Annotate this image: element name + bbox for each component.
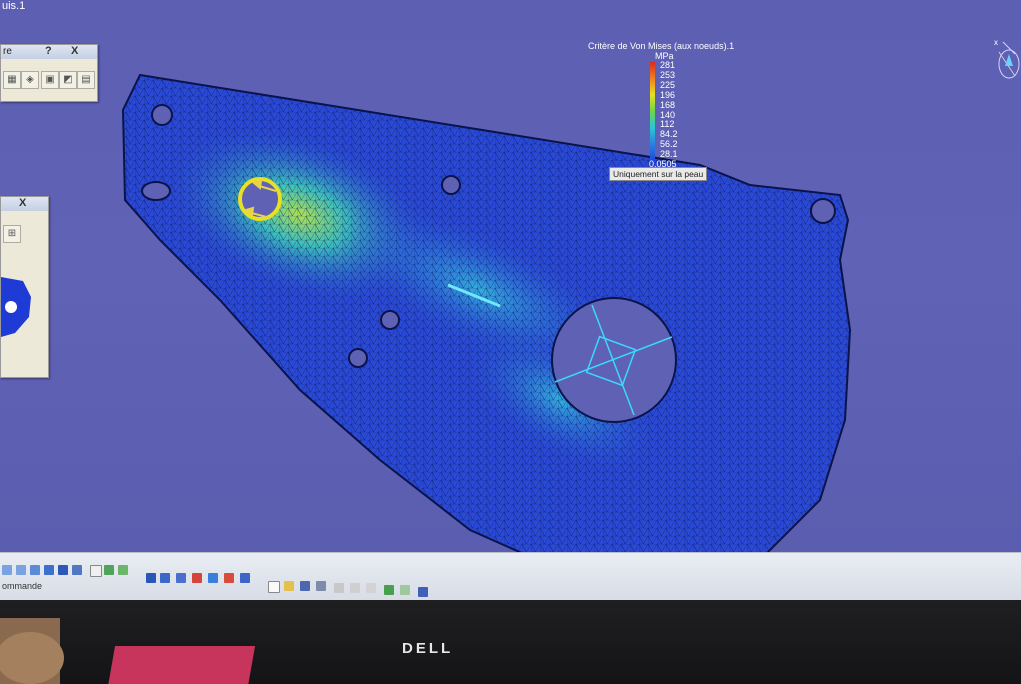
mesh-tool-icon[interactable]: ◈ (21, 71, 39, 89)
multi-view-icon[interactable] (208, 573, 218, 583)
legend-value: 168 (660, 99, 676, 110)
floating-panel[interactable]: X ⊞ (0, 196, 49, 378)
legend-color-scale[interactable] (650, 62, 655, 164)
sensor-icon[interactable] (240, 573, 250, 583)
measure-icon[interactable] (224, 573, 234, 583)
whats-this-icon[interactable] (418, 587, 428, 597)
svg-text:x: x (994, 38, 998, 47)
toolbar-header[interactable]: re ? X (1, 45, 97, 59)
results-tool-icon[interactable]: ▣ (41, 71, 59, 89)
hide-show-icon[interactable] (90, 565, 102, 577)
analysis-tool-icon[interactable]: ▦ (3, 71, 21, 89)
legend-value: 84.2 (660, 129, 678, 140)
cut-icon[interactable] (334, 583, 344, 593)
close-button[interactable]: X (19, 197, 26, 209)
normal-view-icon[interactable] (72, 565, 82, 575)
legend-value: 196 (660, 89, 676, 100)
legend-value: 281 (660, 60, 676, 70)
paste-icon[interactable] (366, 583, 376, 593)
legend-note: Uniquement sur la peau (609, 167, 708, 181)
view-mode-icon[interactable] (160, 573, 170, 583)
viewport-3d[interactable]: uis.1 re ? X ▦ ◈ ▣ ◩ ▤ X ⊞ Critère de Vo… (0, 0, 1021, 600)
legend-value: 28.1 (660, 149, 678, 160)
undo-icon[interactable] (384, 585, 394, 595)
fit-all-icon[interactable] (58, 565, 68, 575)
monitor-brand-logo: DELL (402, 640, 454, 657)
zoom-out-icon[interactable] (16, 565, 26, 575)
bottom-toolbar[interactable]: ommande (0, 552, 1021, 600)
help-button[interactable]: ? (45, 45, 52, 57)
tree-tool-icon[interactable]: ⊞ (3, 225, 21, 243)
copy-icon[interactable] (350, 583, 360, 593)
zoom-in-icon[interactable] (2, 565, 12, 575)
legend-value: 56.2 (660, 139, 678, 150)
tree-icon[interactable] (146, 573, 156, 583)
swap-visible-icon[interactable] (104, 565, 114, 575)
legend-value: 225 (660, 79, 676, 90)
redo-icon[interactable] (400, 585, 410, 595)
part-thumbnail (1, 277, 31, 337)
desk-background (0, 618, 256, 684)
animate-tool-icon[interactable]: ▤ (77, 71, 95, 89)
new-file-icon[interactable] (268, 581, 280, 593)
legend-value: 253 (660, 69, 676, 80)
fea-part-model[interactable] (0, 0, 1021, 600)
close-button[interactable]: X (71, 45, 78, 57)
shading-icon[interactable] (192, 573, 202, 583)
legend-value: 112 (660, 119, 675, 130)
legend-title: Critère de Von Mises (aux noeuds).1 (588, 41, 735, 51)
floating-toolbar[interactable]: re ? X ▦ ◈ ▣ ◩ ▤ (0, 44, 98, 102)
deformation-tool-icon[interactable]: ◩ (59, 71, 77, 89)
command-label: ommande (2, 581, 43, 591)
save-icon[interactable] (300, 581, 310, 591)
open-file-icon[interactable] (284, 581, 294, 591)
compass-icon[interactable]: x (985, 32, 1021, 86)
legend-value: 140 (660, 109, 676, 120)
print-icon[interactable] (316, 581, 326, 591)
panel-header[interactable]: X (1, 197, 48, 211)
render-style-icon[interactable] (118, 565, 128, 575)
rotate-icon[interactable] (44, 565, 54, 575)
isometric-icon[interactable] (176, 573, 186, 583)
pan-icon[interactable] (30, 565, 40, 575)
